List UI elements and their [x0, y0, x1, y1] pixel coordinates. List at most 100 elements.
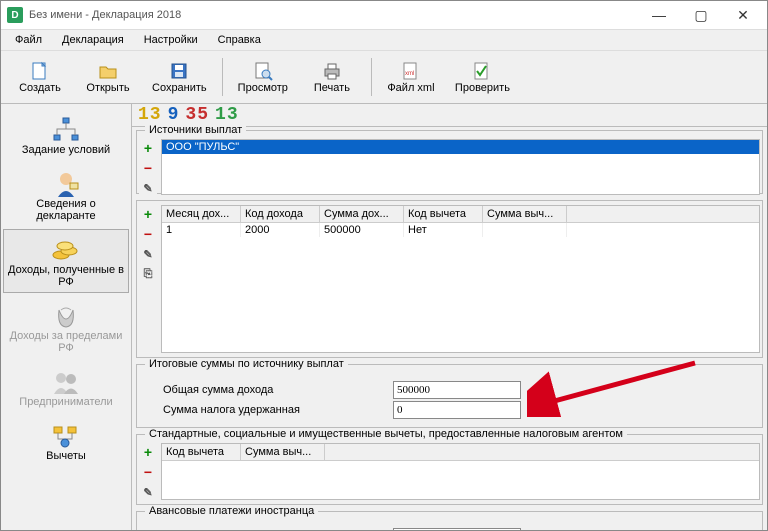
col-month[interactable]: Месяц дох... [162, 206, 241, 222]
separator [222, 58, 223, 96]
edit-source-button[interactable]: ✎ [139, 179, 157, 197]
menu-help[interactable]: Справка [210, 32, 269, 48]
add-source-button[interactable]: + [139, 139, 157, 157]
sidebar-label: Вычеты [46, 450, 86, 462]
check-label: Проверить [455, 82, 510, 94]
add-deduction-button[interactable]: + [139, 443, 157, 461]
tax-withheld-input[interactable] [393, 401, 521, 419]
deductions-title: Стандартные, социальные и имущественные … [145, 428, 627, 440]
col-dcode[interactable]: Код вычета [162, 444, 241, 460]
open-label: Открыть [86, 82, 129, 94]
window-title: Без имени - Декларация 2018 [29, 9, 639, 21]
new-file-icon [29, 60, 51, 82]
menu-settings[interactable]: Настройки [136, 32, 206, 48]
open-button[interactable]: Открыть [75, 57, 141, 97]
tax-withheld-label: Сумма налога удержанная [163, 404, 393, 416]
deductions-group: Стандартные, социальные и имущественные … [136, 434, 763, 505]
cell-sum: 500000 [320, 223, 404, 237]
sidebar-item-entrepreneurs[interactable]: Предприниматели [3, 361, 129, 413]
col-dcode[interactable]: Код вычета [404, 206, 483, 222]
people-icon [50, 368, 82, 396]
bag-icon [50, 302, 82, 330]
create-label: Создать [19, 82, 61, 94]
xml-file-icon: xml [400, 60, 422, 82]
col-sum[interactable]: Сумма дох... [320, 206, 404, 222]
sidebar-label: Задание условий [22, 144, 110, 156]
save-icon [168, 60, 190, 82]
xml-button[interactable]: xml Файл xml [378, 57, 444, 97]
check-button[interactable]: Проверить [446, 57, 519, 97]
income-table[interactable]: Месяц дох... Код дохода Сумма дох... Код… [161, 205, 760, 353]
fixed-payments-input[interactable] [393, 528, 521, 530]
edit-income-button[interactable]: ✎ [139, 245, 157, 263]
titlebar: D Без имени - Декларация 2018 — ▢ ✕ [1, 1, 767, 30]
sidebar-label: Предприниматели [19, 396, 112, 408]
check-icon [471, 60, 493, 82]
copy-income-button[interactable]: ⎘ [139, 265, 157, 283]
folder-open-icon [97, 60, 119, 82]
col-dsum[interactable]: Сумма выч... [241, 444, 325, 460]
svg-text:xml: xml [405, 71, 414, 77]
cell-month: 1 [162, 223, 241, 237]
preview-icon [252, 60, 274, 82]
rate-tab-13a[interactable]: 13 [138, 106, 162, 124]
toolbar: Создать Открыть Сохранить Просмотр Печа [1, 50, 767, 104]
remove-income-button[interactable]: − [139, 225, 157, 243]
deduct-icon [50, 422, 82, 450]
edit-deduction-button[interactable]: ✎ [139, 483, 157, 501]
person-icon [50, 170, 82, 198]
xml-label: Файл xml [387, 82, 434, 94]
sidebar-label: Доходы, полученные в РФ [6, 264, 126, 288]
preview-label: Просмотр [238, 82, 288, 94]
printer-icon [321, 60, 343, 82]
col-dsum[interactable]: Сумма выч... [483, 206, 567, 222]
sidebar: Задание условий Сведения о декларанте До… [1, 104, 132, 530]
print-button[interactable]: Печать [299, 57, 365, 97]
remove-source-button[interactable]: − [139, 159, 157, 177]
total-income-input[interactable] [393, 381, 521, 399]
rate-tab-35[interactable]: 35 [185, 106, 209, 124]
save-label: Сохранить [152, 82, 207, 94]
cell-code: 2000 [241, 223, 320, 237]
advance-group: Авансовые платежи иностранца Сумма фикси… [136, 511, 763, 530]
total-income-label: Общая сумма дохода [163, 384, 393, 396]
income-group: + − ✎ ⎘ Месяц дох... Код дохода Сумма до… [136, 200, 763, 358]
rate-tab-9[interactable]: 9 [168, 106, 180, 124]
sources-list[interactable]: ООО "ПУЛЬС" [161, 139, 760, 195]
close-button[interactable]: ✕ [723, 4, 763, 26]
preview-button[interactable]: Просмотр [229, 57, 297, 97]
print-label: Печать [314, 82, 350, 94]
sidebar-item-deductions[interactable]: Вычеты [3, 415, 129, 467]
separator [371, 58, 372, 96]
sources-title: Источники выплат [145, 124, 246, 136]
tree-icon [50, 116, 82, 144]
menubar: Файл Декларация Настройки Справка [1, 30, 767, 50]
save-button[interactable]: Сохранить [143, 57, 216, 97]
deductions-table[interactable]: Код вычета Сумма выч... [161, 443, 760, 500]
advance-title: Авансовые платежи иностранца [145, 505, 318, 517]
menu-file[interactable]: Файл [7, 32, 50, 48]
cell-dsum [483, 223, 567, 237]
coins-icon [50, 236, 82, 264]
rate-tab-13b[interactable]: 13 [215, 106, 239, 124]
add-income-button[interactable]: + [139, 205, 157, 223]
minimize-button[interactable]: — [639, 4, 679, 26]
main-panel: 13 9 35 13 Источники выплат + − ✎ ООО "П… [132, 104, 767, 530]
totals-group: Итоговые суммы по источнику выплат Общая… [136, 364, 763, 428]
menu-declaration[interactable]: Декларация [54, 32, 132, 48]
sidebar-item-income-abroad[interactable]: Доходы за пределами РФ [3, 295, 129, 359]
create-button[interactable]: Создать [7, 57, 73, 97]
sidebar-item-conditions[interactable]: Задание условий [3, 109, 129, 161]
source-row[interactable]: ООО "ПУЛЬС" [162, 140, 759, 154]
totals-title: Итоговые суммы по источнику выплат [145, 358, 348, 370]
sidebar-item-declarant[interactable]: Сведения о декларанте [3, 163, 129, 227]
sidebar-label: Доходы за пределами РФ [6, 330, 126, 354]
maximize-button[interactable]: ▢ [681, 4, 721, 26]
remove-deduction-button[interactable]: − [139, 463, 157, 481]
col-code[interactable]: Код дохода [241, 206, 320, 222]
app-icon: D [7, 7, 23, 23]
table-row[interactable]: 1 2000 500000 Нет [162, 223, 759, 237]
sidebar-label: Сведения о декларанте [6, 198, 126, 222]
sidebar-item-income-rf[interactable]: Доходы, полученные в РФ [3, 229, 129, 293]
sources-group: Источники выплат + − ✎ ООО "ПУЛЬС" [136, 130, 763, 194]
